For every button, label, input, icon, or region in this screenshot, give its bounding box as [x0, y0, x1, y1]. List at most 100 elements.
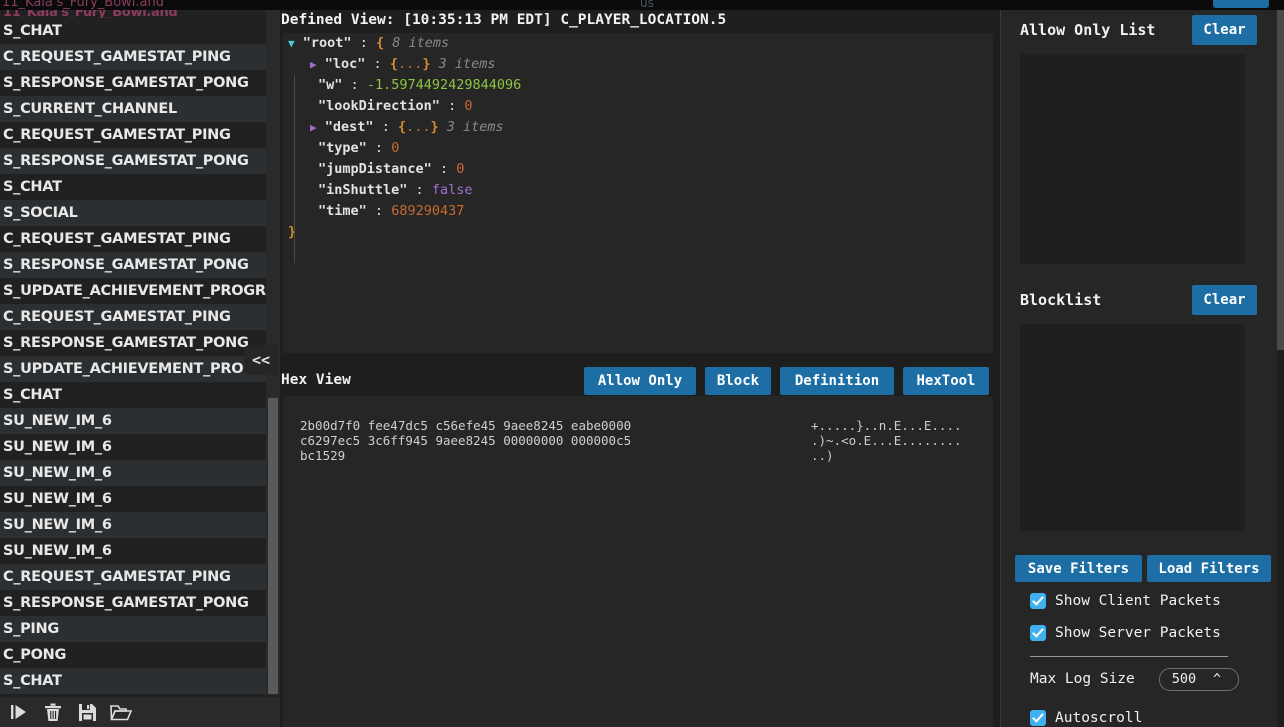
max-log-size-row: Max Log Size 500 ^ — [1030, 665, 1262, 693]
json-row[interactable]: ▶ "dest" : {...} 3 items — [283, 117, 993, 138]
autoscroll-checkbox[interactable]: Autoscroll — [1030, 710, 1142, 726]
json-row[interactable]: ▼ "root" : { 8 items — [283, 33, 993, 54]
right-panel-scrollbar[interactable] — [1277, 10, 1284, 727]
top-right-action-button[interactable] — [1213, 0, 1269, 8]
max-log-size-value: 500 — [1171, 671, 1197, 687]
json-row[interactable]: "type" : 0 — [283, 138, 993, 159]
blocklist-listbox[interactable] — [1020, 324, 1245, 531]
packet-row[interactable]: SU_NEW_IM_6 — [0, 538, 266, 564]
filter-actions: Save Filters Load Filters — [1015, 555, 1271, 582]
hextool-button[interactable]: HexTool — [903, 367, 989, 395]
packet-row[interactable]: S_SOCIAL — [0, 200, 266, 226]
hex-view-title: Hex View — [281, 372, 351, 388]
step-play-icon[interactable] — [8, 701, 30, 723]
json-row[interactable]: "time" : 689290437 — [283, 201, 993, 222]
packet-list-scrollbar-thumb[interactable] — [268, 398, 278, 694]
packet-row[interactable]: SU_NEW_IM_6 — [0, 460, 266, 486]
hex-dump-line: 2b00d7f0 fee47dc5 c56efe45 9aee8245 eabe… — [283, 418, 993, 433]
packet-row[interactable]: C_REQUEST_GAMESTAT_PING — [0, 564, 266, 590]
packet-list-toolbar — [0, 697, 280, 727]
packet-row[interactable]: SU_NEW_IM_6 — [0, 408, 266, 434]
hex-ascii: ..) — [811, 448, 834, 463]
checkbox-checked-icon — [1030, 710, 1046, 726]
packet-row[interactable]: S_RESPONSE_GAMESTAT_PONG — [0, 252, 266, 278]
json-row[interactable]: "lookDirection" : 0 — [283, 96, 993, 117]
clear-blocklist-button[interactable]: Clear — [1192, 285, 1257, 315]
packet-row[interactable]: C_REQUEST_GAMESTAT_PING — [0, 304, 266, 330]
collapse-sidebar-button[interactable]: << — [244, 345, 278, 375]
collapse-triangle-icon: ▼ — [288, 37, 295, 50]
floppy-save-icon[interactable] — [76, 701, 98, 723]
show-client-packets-checkbox[interactable]: Show Client Packets — [1030, 593, 1221, 609]
allow-only-list-header: Allow Only List Clear — [1001, 10, 1284, 54]
max-log-size-label: Max Log Size — [1030, 671, 1135, 687]
checkbox-checked-icon — [1030, 625, 1046, 641]
json-tree-view[interactable]: ▼ "root" : { 8 items ▶ "loc" : {...} 3 it… — [283, 33, 993, 353]
checkbox-checked-icon — [1030, 593, 1046, 609]
packet-row[interactable]: S_CHAT — [0, 18, 266, 44]
hex-dump-area[interactable]: 2b00d7f0 fee47dc5 c56efe45 9aee8245 eabe… — [283, 396, 993, 727]
allow-only-list-title: Allow Only List — [1020, 21, 1156, 39]
show-client-packets-label: Show Client Packets — [1055, 593, 1221, 609]
blocklist-header: Blocklist Clear — [1001, 280, 1284, 324]
packet-row[interactable]: S_UPDATE_ACHIEVEMENT_PROGRESS — [0, 278, 280, 304]
settings-divider — [1030, 656, 1228, 657]
hex-dump-line: bc1529..) — [283, 448, 993, 463]
hex-ascii: .)~.<o.E...E........ — [811, 433, 962, 448]
json-row[interactable]: } — [283, 222, 993, 243]
center-panel: Defined View: [10:35:13 PM EDT] C_PLAYER… — [280, 10, 1000, 727]
block-button[interactable]: Block — [705, 367, 771, 395]
window-title-text: 11_Kaia's_Fury_Bowl.and — [2, 0, 164, 10]
hex-dump-rows: 2b00d7f0 fee47dc5 c56efe45 9aee8245 eabe… — [283, 418, 993, 463]
show-server-packets-checkbox[interactable]: Show Server Packets — [1030, 625, 1221, 641]
hex-ascii: +.....}..n.E...E.... — [811, 418, 962, 433]
expand-triangle-icon: ▶ — [310, 121, 317, 134]
packet-row[interactable]: S_PING — [0, 616, 266, 642]
json-row[interactable]: ▶ "loc" : {...} 3 items — [283, 54, 993, 75]
json-row[interactable]: "w" : -1.5974492429844096 — [283, 75, 993, 96]
packet-row[interactable]: SU_NEW_IM_6 — [0, 486, 266, 512]
packet-row[interactable]: C_REQUEST_GAMESTAT_PING — [0, 122, 266, 148]
blocklist-title: Blocklist — [1020, 291, 1102, 309]
packet-row[interactable]: S_RESPONSE_GAMESTAT_PONG — [0, 330, 266, 356]
autoscroll-label: Autoscroll — [1055, 710, 1143, 726]
packet-row-partial[interactable]: 11_Kaia's_Fury_Bowl.and — [0, 10, 266, 18]
show-server-packets-label: Show Server Packets — [1055, 625, 1221, 641]
json-rows: ▼ "root" : { 8 items ▶ "loc" : {...} 3 it… — [283, 33, 993, 243]
defined-view-header: Defined View: [10:35:13 PM EDT] C_PLAYER… — [281, 12, 727, 28]
allow-only-listbox[interactable] — [1020, 54, 1245, 264]
packet-row[interactable]: S_CHAT — [0, 668, 266, 694]
packet-row[interactable]: S_CHAT — [0, 382, 266, 408]
json-row[interactable]: "inShuttle" : false — [283, 180, 993, 201]
hex-dump-line: c6297ec5 3c6ff945 9aee8245 00000000 0000… — [283, 433, 993, 448]
packet-row[interactable]: C_REQUEST_GAMESTAT_PING — [0, 226, 266, 252]
packet-row[interactable]: S_RESPONSE_GAMESTAT_PONG — [0, 70, 266, 96]
open-folder-icon[interactable] — [110, 701, 132, 723]
trash-icon[interactable] — [42, 701, 64, 723]
packet-inspector-window: 11_Kaia's_Fury_Bowl.and us 11_Kaia's_Fur… — [0, 0, 1284, 727]
clear-allow-only-button[interactable]: Clear — [1192, 15, 1257, 45]
load-filters-button[interactable]: Load Filters — [1147, 555, 1271, 582]
max-log-size-stepper[interactable]: 500 ^ — [1158, 667, 1239, 691]
packet-row[interactable]: S_RESPONSE_GAMESTAT_PONG — [0, 590, 266, 616]
packet-row[interactable]: C_PONG — [0, 642, 266, 668]
json-row[interactable]: "jumpDistance" : 0 — [283, 159, 993, 180]
packet-row[interactable]: S_UPDATE_ACHIEVEMENT_PROGRESS — [0, 356, 280, 382]
packet-row[interactable]: SU_NEW_IM_6 — [0, 512, 266, 538]
definition-button[interactable]: Definition — [780, 367, 894, 395]
tree-guide-line — [294, 75, 295, 263]
expand-triangle-icon: ▶ — [310, 58, 317, 71]
hex-bytes: bc1529 — [300, 448, 346, 463]
hex-bytes: 2b00d7f0 fee47dc5 c56efe45 9aee8245 eabe… — [300, 418, 632, 433]
packet-row[interactable]: C_REQUEST_GAMESTAT_PING — [0, 44, 266, 70]
filters-panel: Allow Only List Clear Blocklist Clear Sa… — [1000, 10, 1284, 727]
packet-list[interactable]: 11_Kaia's_Fury_Bowl.and S_CHAT C_REQUEST_G… — [0, 10, 280, 695]
allow-only-button[interactable]: Allow Only — [584, 367, 696, 395]
packet-row[interactable]: SU_NEW_IM_6 — [0, 434, 266, 460]
packet-row[interactable]: S_CURRENT_CHANNEL — [0, 96, 266, 122]
chevron-up-icon[interactable]: ^ — [1213, 672, 1221, 687]
save-filters-button[interactable]: Save Filters — [1015, 555, 1142, 582]
packet-row[interactable]: S_RESPONSE_GAMESTAT_PONG — [0, 148, 266, 174]
right-panel-scrollbar-thumb[interactable] — [1277, 10, 1284, 350]
packet-row[interactable]: S_CHAT — [0, 174, 266, 200]
